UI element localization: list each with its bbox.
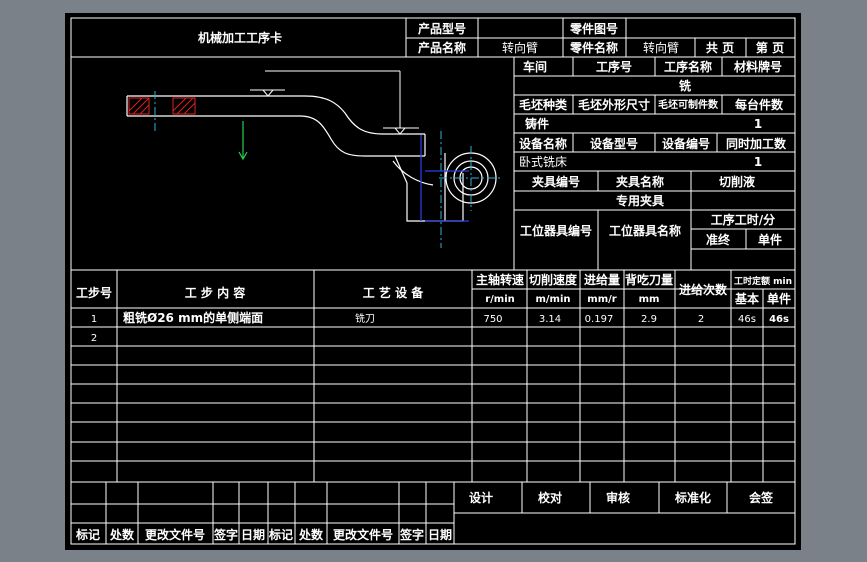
step-1-no: 1 [91, 314, 97, 325]
date-label-2: 日期 [428, 527, 452, 542]
total-pages-label: 共 页 [706, 40, 734, 55]
step-1-equipment: 铣刀 [355, 312, 375, 325]
step-1-feed: 0.197 [585, 314, 614, 325]
step-content-header: 工 步 内 容 [185, 285, 246, 300]
speed-header: 切削速度 [529, 272, 578, 287]
card-title: 机械加工工序卡 [198, 30, 282, 45]
depth-header: 背吃刀量 [625, 272, 673, 287]
depth-unit: mm [639, 294, 660, 305]
prep-label: 准终 [706, 232, 731, 247]
unit-label: 单件 [758, 232, 782, 247]
process-card-drawing: 机械加工工序卡 产品型号 产品名称 转向臂 零件图号 零件名称 转向臂 共 页 … [70, 17, 796, 545]
step-1-basic: 46s [738, 314, 756, 325]
feed-unit: mm/r [587, 294, 616, 305]
blank-type: 铸件 [525, 116, 549, 131]
check-label: 校对 [538, 490, 562, 505]
blank-parts-label: 毛坯可制件数 [658, 98, 719, 111]
equip-model-label: 设备型号 [590, 136, 638, 151]
blank-parts: 1 [754, 117, 762, 131]
part-sketch [126, 70, 503, 248]
count-label-2: 处数 [298, 527, 324, 542]
op-no-label: 工序号 [596, 59, 632, 74]
per-unit-label: 每台件数 [735, 97, 784, 112]
date-label: 日期 [241, 527, 265, 542]
part-name: 转向臂 [643, 40, 679, 55]
step-no-header: 工步号 [76, 285, 112, 300]
spindle-unit: r/min [485, 294, 515, 305]
workshop-label: 车间 [523, 59, 547, 74]
equipment-header: 工 艺 设 备 [363, 285, 425, 300]
part-name-label: 零件名称 [569, 40, 618, 55]
change-doc-label-2: 更改文件号 [333, 527, 393, 542]
concurrent: 1 [754, 155, 762, 169]
unit-header: 单件 [767, 291, 791, 306]
review-label: 审核 [606, 490, 630, 505]
station-tool-name-label: 工位器具名称 [609, 223, 681, 238]
design-label: 设计 [469, 490, 493, 505]
fixture-no-label: 夹具编号 [532, 174, 580, 189]
station-tool-no-label: 工位器具编号 [520, 223, 592, 238]
fixture-name: 专用夹具 [616, 193, 664, 208]
blank-type-label: 毛坯种类 [519, 97, 568, 112]
hatch-section [128, 97, 196, 115]
op-name: 铣 [679, 78, 691, 93]
fixture-name-label: 夹具名称 [616, 174, 664, 189]
equip-name-label: 设备名称 [519, 136, 567, 151]
op-hours-label: 工序工时/分 [711, 212, 775, 227]
spindle-header: 主轴转速 [476, 272, 524, 287]
standard-label: 标准化 [674, 490, 711, 505]
step-1-spindle: 750 [483, 314, 502, 325]
passes-header: 进给次数 [679, 282, 728, 297]
product-model-label: 产品型号 [418, 21, 466, 36]
locating-arrow [238, 121, 248, 161]
feed-header: 进给量 [584, 272, 620, 287]
op-name-label: 工序名称 [664, 59, 712, 74]
page-label: 第 页 [756, 40, 784, 55]
basic-header: 基本 [734, 291, 759, 306]
time-header: 工时定额 min [734, 275, 792, 287]
material-label: 材料牌号 [733, 59, 782, 74]
sign-label-2: 签字 [399, 527, 424, 542]
sign-label: 签字 [213, 527, 238, 542]
product-name-label: 产品名称 [418, 40, 466, 55]
process-card-sheet: 机械加工工序卡 产品型号 产品名称 转向臂 零件图号 零件名称 转向臂 共 页 … [65, 13, 801, 550]
step-2-no: 2 [91, 333, 97, 344]
count-label: 处数 [109, 527, 135, 542]
step-1-speed: 3.14 [539, 314, 561, 325]
coolant-label: 切削液 [719, 174, 755, 189]
speed-unit: m/min [535, 294, 570, 305]
mark-label-2: 标记 [268, 527, 293, 542]
part-no-label: 零件图号 [569, 21, 618, 36]
equip-no-label: 设备编号 [662, 136, 710, 151]
step-1-depth: 2.9 [641, 314, 657, 325]
concurrent-label: 同时加工数 [726, 136, 787, 151]
step-1-unit: 46s [769, 314, 789, 325]
step-1-passes: 2 [698, 314, 704, 325]
outer-border [70, 17, 796, 545]
product-name: 转向臂 [502, 40, 538, 55]
mark-label: 标记 [75, 527, 100, 542]
table-grid [70, 17, 796, 545]
equip-name: 卧式铣床 [519, 155, 567, 169]
blank-size-label: 毛坯外形尺寸 [578, 97, 650, 112]
countersign-label: 会签 [749, 490, 774, 505]
change-doc-label: 更改文件号 [145, 527, 205, 542]
step-1-content: 粗铣Ø26 mm的单侧端面 [123, 310, 263, 325]
center-lines [154, 91, 503, 248]
